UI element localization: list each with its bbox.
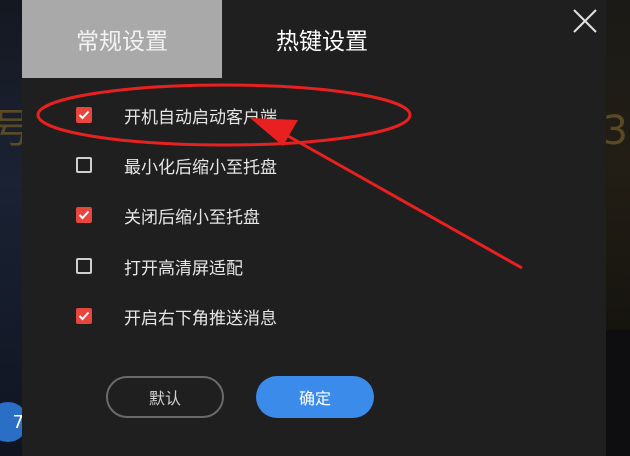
confirm-button[interactable]: 确定	[256, 376, 374, 418]
option-hidpi-adapt[interactable]: 打开高清屏适配	[76, 252, 243, 280]
background-glyph-right: 3	[602, 108, 628, 154]
option-label: 开机自动启动客户端	[124, 107, 277, 128]
checkbox-checked-icon[interactable]	[76, 207, 92, 223]
background-right-strip: 3	[602, 0, 630, 330]
close-button[interactable]	[570, 6, 600, 36]
tab-general-settings[interactable]: 常规设置	[22, 0, 222, 78]
option-label: 开启右下角推送消息	[124, 308, 277, 329]
tab-bar: 常规设置 热键设置	[22, 0, 606, 78]
settings-dialog: 常规设置 热键设置 开机自动启动客户端 最小化后缩小至托盘 关闭后缩小至托盘 打…	[22, 0, 606, 456]
checkbox-unchecked-icon[interactable]	[76, 258, 92, 274]
checkbox-unchecked-icon[interactable]	[76, 157, 92, 173]
background-left-strip: 号	[0, 0, 32, 456]
close-icon	[573, 9, 597, 33]
tab-hotkey-settings[interactable]: 热键设置	[222, 0, 422, 78]
checkbox-checked-icon[interactable]	[76, 308, 92, 324]
option-minimize-to-tray[interactable]: 最小化后缩小至托盘	[76, 151, 277, 179]
option-label: 关闭后缩小至托盘	[124, 207, 260, 228]
option-auto-start[interactable]: 开机自动启动客户端	[76, 101, 277, 129]
option-close-to-tray[interactable]: 关闭后缩小至托盘	[76, 201, 260, 229]
option-label: 最小化后缩小至托盘	[124, 157, 277, 178]
option-label: 打开高清屏适配	[124, 258, 243, 279]
option-push-notifications[interactable]: 开启右下角推送消息	[76, 302, 277, 330]
default-button[interactable]: 默认	[106, 376, 224, 418]
checkbox-checked-icon[interactable]	[76, 107, 92, 123]
